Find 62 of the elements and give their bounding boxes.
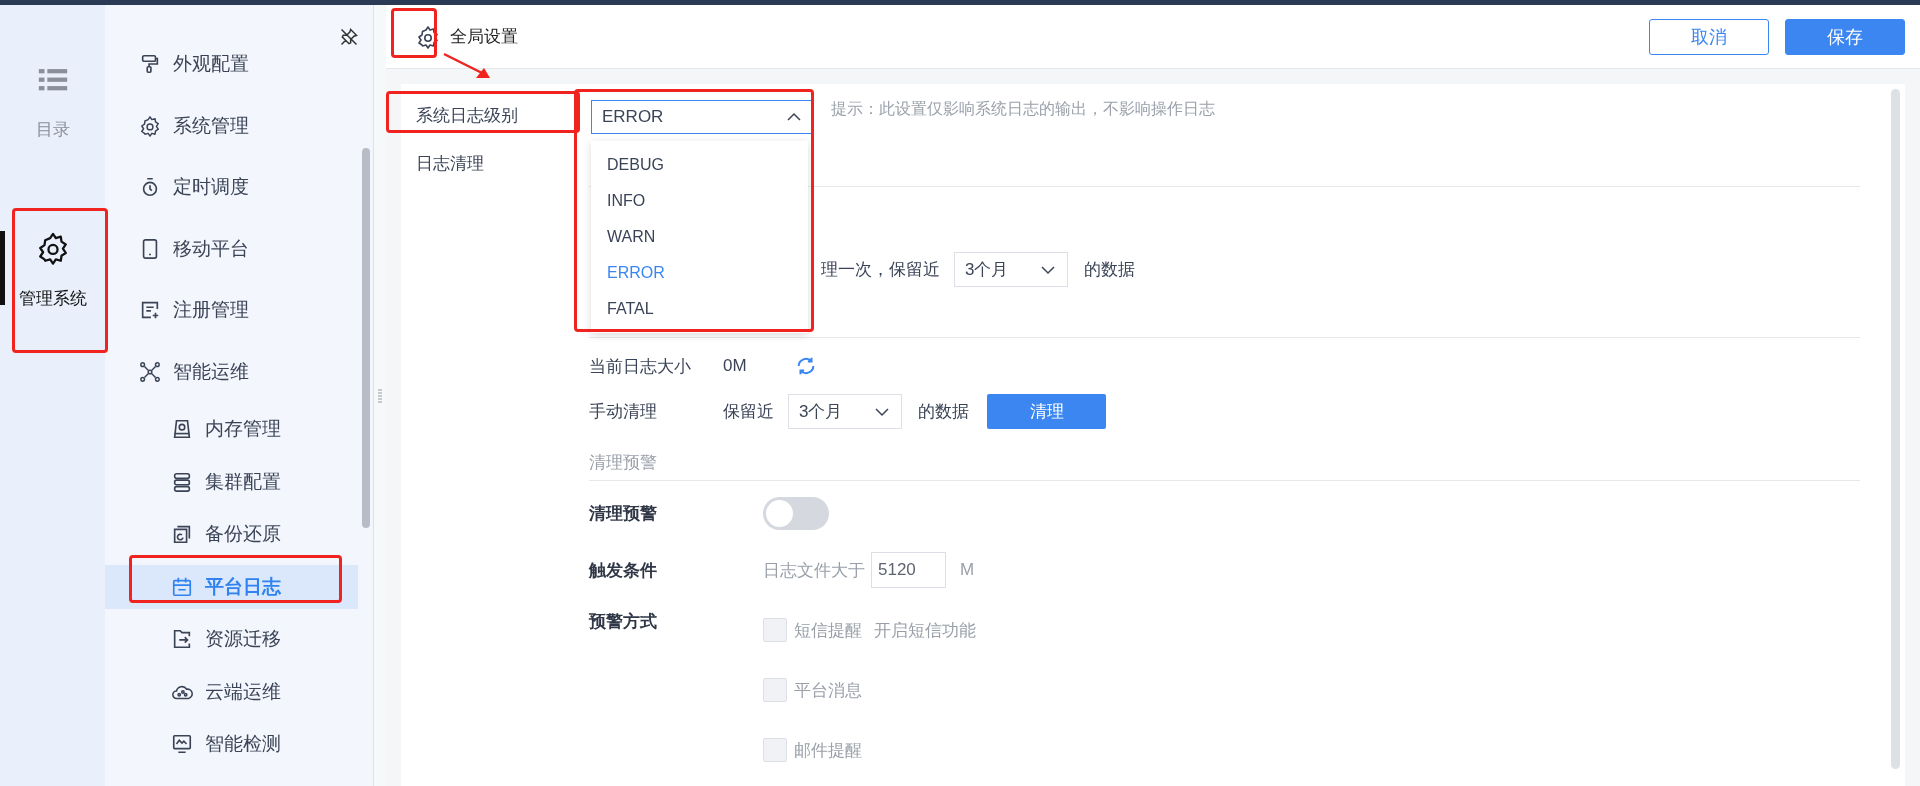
label: 的数据 xyxy=(918,401,969,423)
clean-button[interactable]: 清理 xyxy=(987,394,1106,429)
dropdown-option[interactable]: WARN xyxy=(591,219,808,255)
label: 日志文件大于 xyxy=(763,559,865,582)
period-select[interactable]: 3个月 xyxy=(788,394,902,429)
nav-link[interactable]: 系统日志级别 xyxy=(416,104,589,127)
restore-icon xyxy=(171,523,193,545)
label: 预警方式 xyxy=(589,611,658,633)
checkbox-label: 平台消息 xyxy=(794,679,862,702)
drive-icon xyxy=(171,418,193,440)
server-icon xyxy=(171,470,193,493)
section-title: 清理预警 xyxy=(589,453,657,472)
label: 触发条件 xyxy=(589,559,658,582)
monitor-icon xyxy=(171,733,193,755)
size-input[interactable]: 5120 xyxy=(871,552,946,588)
gear-icon xyxy=(139,114,161,137)
save-button[interactable]: 保存 xyxy=(1785,18,1905,55)
size-value: 0M xyxy=(723,356,747,376)
network-icon xyxy=(139,360,161,383)
label: 清理预警 xyxy=(589,503,658,525)
scrollbar[interactable] xyxy=(362,148,370,528)
label: 当前日志大小 xyxy=(589,355,692,378)
level-select[interactable]: ERROR xyxy=(591,100,814,134)
menu-item[interactable]: 资源迁移 xyxy=(105,617,358,661)
highlight-box xyxy=(391,8,437,58)
dropdown-option[interactable]: ERROR xyxy=(591,255,808,291)
menu-item[interactable]: 定时调度 xyxy=(105,161,358,213)
document-plus-icon xyxy=(139,299,161,321)
paint-roller-icon xyxy=(139,53,161,75)
label: 的数据 xyxy=(1084,259,1135,281)
nav-link[interactable]: 日志清理 xyxy=(416,152,589,175)
hint-text: 提示：此设置仅影响系统日志的输出，不影响操作日志 xyxy=(831,98,1215,119)
toggle-switch[interactable] xyxy=(763,497,829,530)
dropdown-option[interactable]: DEBUG xyxy=(591,147,808,183)
calendar-icon xyxy=(171,575,193,598)
folder-arrow-icon xyxy=(171,628,193,650)
menu-item[interactable]: 移动平台 xyxy=(105,222,358,275)
period-select[interactable]: 3个月 xyxy=(954,252,1068,287)
menu-item[interactable]: 集群配置 xyxy=(105,459,358,504)
label: 保留近 xyxy=(723,401,774,423)
rail-item[interactable]: 管理系统 xyxy=(0,221,105,320)
menu-item[interactable]: 系统管理 xyxy=(105,99,358,152)
dropdown-option[interactable]: INFO xyxy=(591,183,808,219)
dropdown-option[interactable]: FATAL xyxy=(591,291,808,327)
menu-item[interactable]: 注册管理 xyxy=(105,284,358,336)
menu-item[interactable]: 内存管理 xyxy=(105,407,358,451)
menu-item[interactable]: 外观配置 xyxy=(105,38,358,90)
menu-item[interactable]: 智能检测 xyxy=(105,722,358,766)
label: 理一次，保留近 xyxy=(821,259,940,281)
unit-label: M xyxy=(960,560,975,580)
menu-item[interactable]: 备份还原 xyxy=(105,512,358,556)
resize-handle[interactable] xyxy=(378,388,382,403)
pin-icon[interactable] xyxy=(339,27,359,47)
scrollbar[interactable] xyxy=(1891,89,1900,769)
page-title: 全局设置 xyxy=(450,26,519,48)
label: 手动清理 xyxy=(589,401,658,423)
checkbox-label: 短信提醒 xyxy=(794,619,862,642)
cancel-button[interactable]: 取消 xyxy=(1649,18,1769,55)
checkbox-label: 邮件提醒 xyxy=(794,739,862,762)
settings-icon xyxy=(416,24,440,49)
menu-item[interactable]: 云端运维 xyxy=(105,669,358,714)
menu-item[interactable]: 智能运维 xyxy=(105,345,358,398)
